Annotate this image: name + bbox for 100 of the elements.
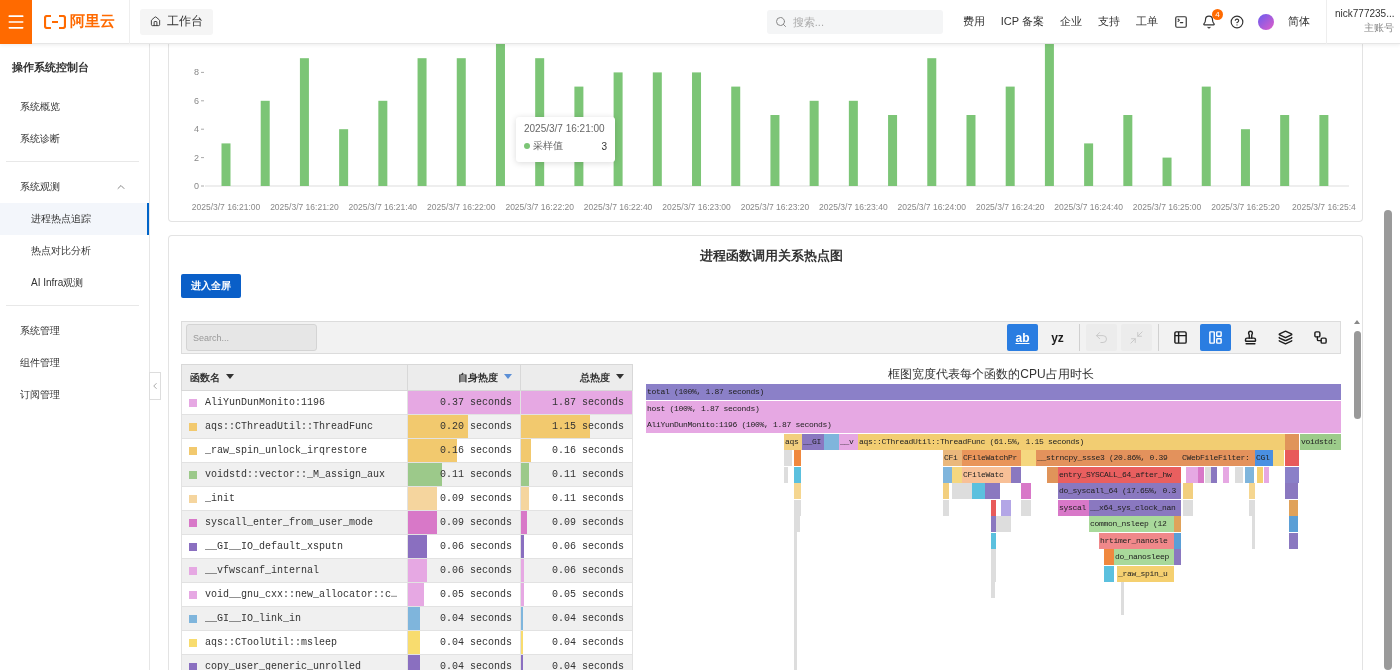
flame-frame[interactable] <box>1223 466 1229 483</box>
flame-frame[interactable]: CFi <box>943 450 962 466</box>
flame-frame[interactable] <box>1011 466 1021 483</box>
column-header[interactable]: 自身热度 <box>407 364 521 391</box>
heat-value: 0.16 seconds <box>551 445 625 456</box>
flame-frame[interactable] <box>1174 532 1181 549</box>
flame-frame[interactable]: CGl <box>1255 450 1273 466</box>
flame-frame[interactable]: voidstd: <box>1300 433 1341 450</box>
workspace-tab[interactable]: 工作台 <box>140 8 213 35</box>
heat-value: 0.05 seconds <box>439 589 513 600</box>
flame-frame[interactable] <box>991 532 996 549</box>
flame-frame[interactable]: host (100%, 1.87 seconds) <box>646 400 1341 417</box>
avatar[interactable] <box>1258 13 1274 30</box>
sidebar-item[interactable]: 系统观测 <box>0 171 149 203</box>
text-toggle-button[interactable]: ab <box>1007 324 1038 351</box>
sidebar-subitem[interactable]: 热点对比分析 <box>0 235 149 267</box>
sidebar-item[interactable]: 系统概览 <box>0 91 149 123</box>
flame-frame[interactable] <box>1289 499 1298 516</box>
axis-label: 2025/3/7 16:24:40 <box>1054 202 1123 212</box>
collapse-handle[interactable] <box>149 372 161 400</box>
flame-frame[interactable]: entry_SYSCALL_64_after_hw <box>1058 466 1181 483</box>
notification-badge: 4 <box>1212 8 1223 20</box>
search-field[interactable]: 搜索... <box>766 9 943 34</box>
bar <box>1240 129 1250 186</box>
flame-frame[interactable] <box>794 466 801 483</box>
flame-frame[interactable] <box>1104 565 1114 582</box>
flame-frame[interactable]: __x64_sys_clock_nan <box>1089 499 1181 516</box>
flame-frame[interactable]: do_syscall_64 (17.65%, 0.3 <box>1058 483 1181 499</box>
heat-value: 0.37 seconds <box>439 397 513 408</box>
flame-frame[interactable]: _raw_spin_u <box>1117 565 1174 582</box>
flame-frame[interactable] <box>1285 433 1299 450</box>
bar <box>1123 115 1133 186</box>
function-name: _init <box>205 493 235 504</box>
flame-frame[interactable] <box>1198 466 1204 483</box>
fullscreen-button[interactable]: 进入全屏 <box>181 274 241 298</box>
flame-frame[interactable]: CFileWatchPr <box>962 450 1021 466</box>
terminal-button[interactable] <box>1174 14 1188 29</box>
flame-frame[interactable]: common_nsleep (12 <box>1089 516 1174 532</box>
search-icon <box>774 15 787 28</box>
flame-frame[interactable]: do_nanosleep <box>1114 549 1174 565</box>
flame-frame[interactable]: syscal <box>1058 499 1089 516</box>
search-field[interactable]: Search... <box>186 324 317 351</box>
flame-frame[interactable] <box>1047 466 1058 483</box>
series-label: 采样值 <box>533 139 563 153</box>
sidebar-item[interactable]: 组件管理 <box>0 347 149 379</box>
nav-link[interactable]: ICP 备案 <box>1000 14 1044 29</box>
flame-title: 框图宽度代表每个函数的CPU占用时长 <box>887 366 1095 383</box>
sidebar-item[interactable]: 系统管理 <box>0 315 149 347</box>
flame-frame[interactable]: AliYunDunMonito:1196 (100%, 1.87 seconds) <box>646 417 1341 433</box>
bar <box>770 115 780 186</box>
nav-link[interactable]: 费用 <box>962 14 985 29</box>
text-toggle-button[interactable]: yz <box>1042 324 1073 351</box>
flame-frame[interactable] <box>1186 466 1198 483</box>
heat-value: 0.09 seconds <box>551 517 625 528</box>
sidebar-item[interactable]: 系统诊断 <box>0 123 149 155</box>
menu-button[interactable] <box>0 0 32 44</box>
flame-frame[interactable] <box>824 433 839 450</box>
help-button[interactable] <box>1230 14 1244 29</box>
language-link[interactable]: 简体 <box>1288 14 1310 29</box>
column-header[interactable]: 函数名 <box>181 364 408 391</box>
tooltip-value: 3 <box>601 140 607 152</box>
sidebar-item[interactable]: 订阅管理 <box>0 379 149 411</box>
flame-frame[interactable]: aqs <box>784 433 802 450</box>
logo-text: 阿里云 <box>70 12 115 31</box>
function-name: __GI__IO_link_in <box>205 613 301 624</box>
help-icon <box>1230 14 1244 29</box>
flame-frame[interactable]: CWebFileFilter: <box>1181 450 1255 466</box>
nav-link[interactable]: 工单 <box>1136 14 1158 29</box>
axis-label: 2025/3/7 16:25:4 <box>1291 202 1356 212</box>
flame-frame[interactable] <box>1001 499 1011 516</box>
sidebar-subitem[interactable]: 进程热点追踪 <box>0 203 149 235</box>
heat-value: 0.06 seconds <box>551 541 625 552</box>
axis-label: 2025/3/7 16:21:40 <box>348 202 418 212</box>
function-name: void__gnu_cxx::new_allocator::c… <box>205 589 398 600</box>
flame-frame[interactable] <box>1289 532 1298 549</box>
flame-frame[interactable] <box>1245 466 1254 483</box>
flame-frame[interactable]: __strncpy_ssse3 (20.86%, 0.39 <box>1036 450 1181 466</box>
flame-frame[interactable]: __v <box>839 433 858 450</box>
flame-frame[interactable] <box>1211 466 1217 483</box>
bar <box>1162 157 1172 186</box>
flame-frame[interactable] <box>1285 466 1299 483</box>
flame-frame[interactable] <box>943 466 952 483</box>
heat-value: 0.04 seconds <box>439 661 513 670</box>
nav-link[interactable]: 支持 <box>1098 14 1120 29</box>
nav-link[interactable]: 企业 <box>1060 14 1082 29</box>
axis-label: 2025/3/7 16:22:40 <box>583 202 653 212</box>
flame-frame[interactable] <box>1264 466 1269 483</box>
axis-label: 2025/3/7 16:25:00 <box>1132 202 1202 212</box>
flame-frame[interactable] <box>991 499 996 516</box>
user-role: 主账号 <box>1363 21 1394 35</box>
flame-frame[interactable]: aqs::CThreadUtil::ThreadFunc (61.5%, 1.15 seconds) <box>858 433 1285 450</box>
column-header[interactable]: 总热度 <box>520 364 633 391</box>
user-menu[interactable]: nick777235... 主账号 <box>1326 0 1400 44</box>
flame-frame[interactable]: hrtimer_nanosle <box>1099 532 1174 549</box>
flame-frame[interactable]: total (100%, 1.87 seconds) <box>646 384 1341 400</box>
axis-label: 2025/3/7 16:24:20 <box>975 202 1045 212</box>
flame-frame[interactable]: __GI <box>802 433 824 450</box>
notification-button[interactable] <box>1202 14 1216 29</box>
flame-frame[interactable]: CFileWatc <box>962 466 1011 483</box>
sidebar-subitem[interactable]: AI Infra观测 <box>0 267 149 299</box>
